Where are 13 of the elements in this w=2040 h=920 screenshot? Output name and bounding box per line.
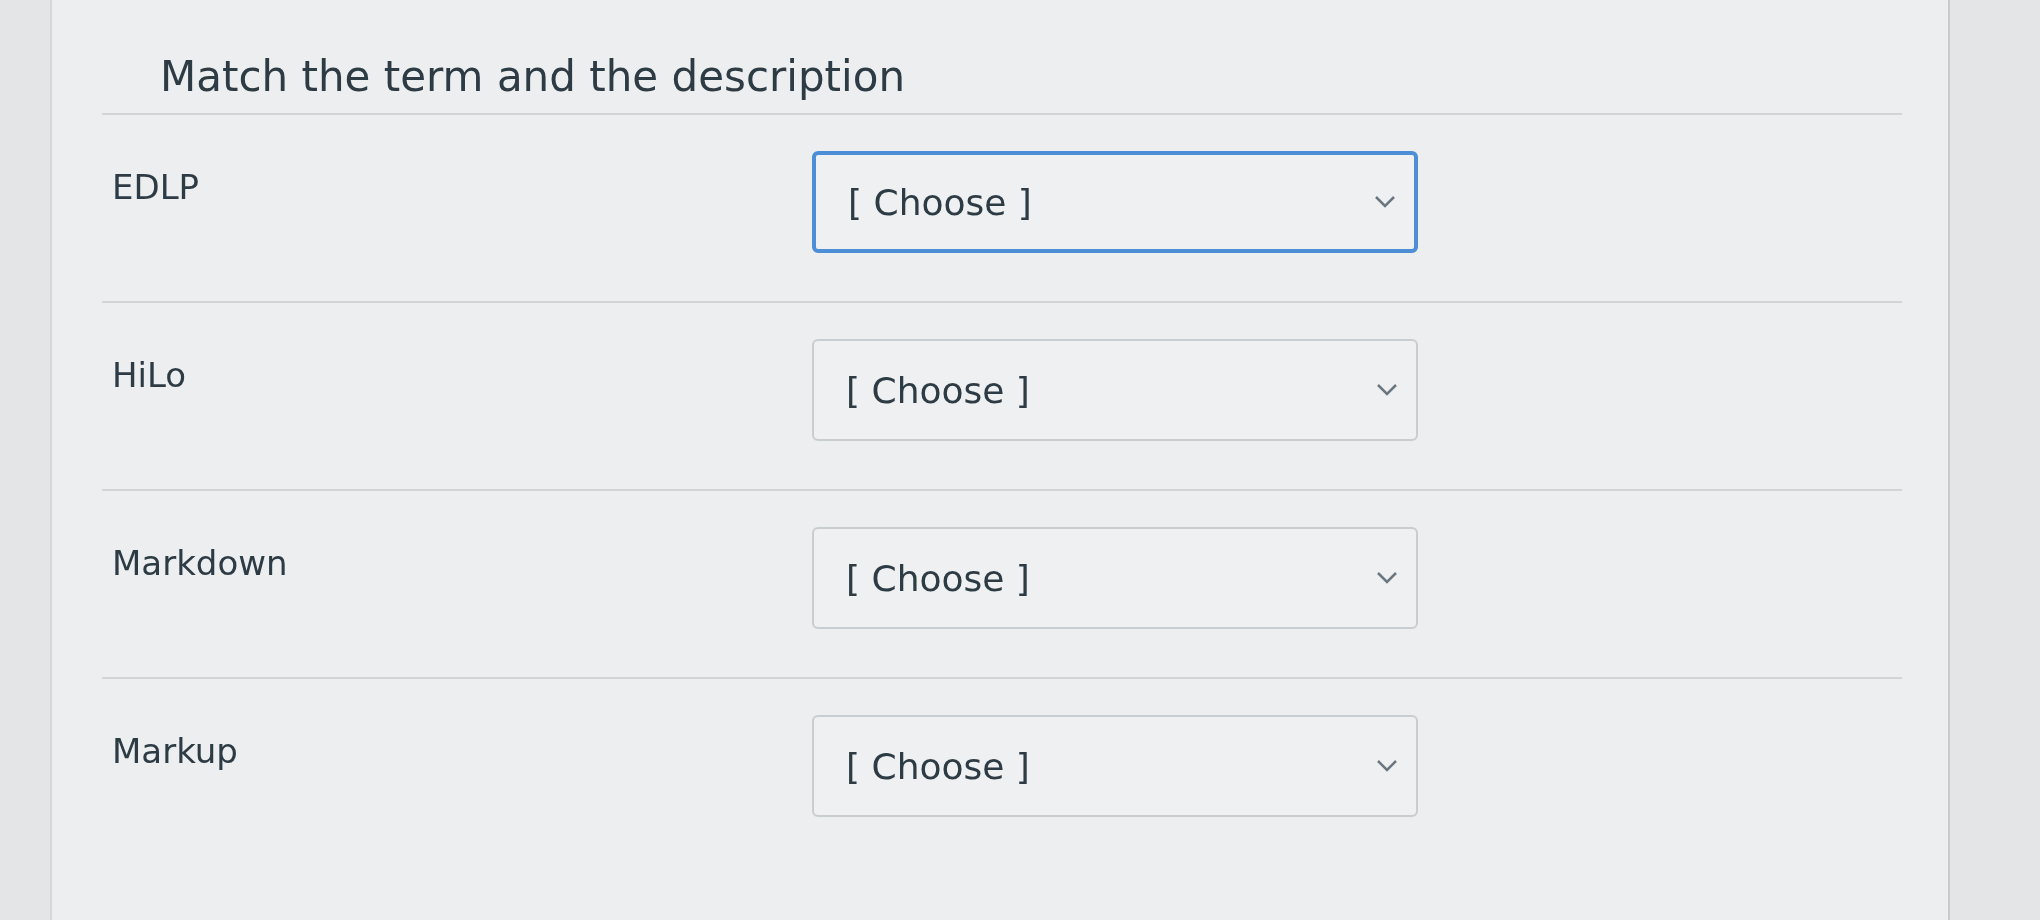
answer-dropdown[interactable]: [ Choose ] (812, 339, 1418, 441)
term-label: Markup (112, 731, 239, 771)
term-label: HiLo (112, 355, 188, 395)
chevron-down-icon (1374, 195, 1396, 209)
answer-dropdown[interactable]: [ Choose ] (812, 715, 1418, 817)
chevron-down-icon (1376, 759, 1398, 773)
chevron-down-icon (1376, 383, 1398, 397)
term-label: EDLP (112, 167, 201, 207)
chevron-down-icon (1376, 571, 1398, 585)
answer-dropdown[interactable]: [ Choose ] (812, 527, 1418, 629)
term-label: Markdown (112, 543, 289, 583)
answer-dropdown[interactable]: [ Choose ] (812, 151, 1418, 253)
question-title: Match the term and the description (159, 51, 907, 103)
